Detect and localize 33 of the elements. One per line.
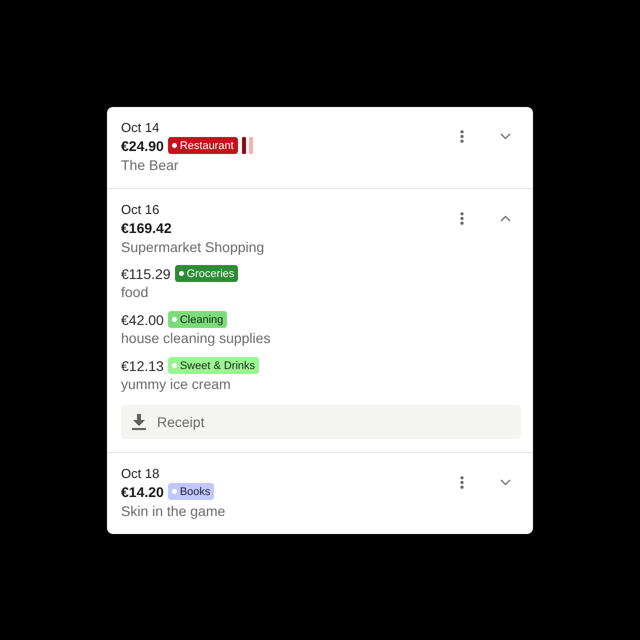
transaction-amount: €14.20 bbox=[121, 482, 164, 500]
transaction-amount: €24.90 bbox=[121, 136, 164, 154]
item-amount: €115.29 bbox=[121, 264, 171, 282]
category-tag: Groceries bbox=[174, 265, 238, 282]
transaction-description: Supermarket Shopping bbox=[121, 238, 264, 256]
transaction-date: Oct 16 bbox=[121, 200, 160, 218]
transaction-date: Oct 14 bbox=[121, 118, 160, 136]
item-note: food bbox=[121, 282, 148, 300]
category-tag: Sweet & Drinks bbox=[168, 357, 260, 374]
category-tag: Books bbox=[168, 483, 214, 500]
chevron-down-icon bbox=[500, 479, 510, 486]
dot-icon bbox=[172, 489, 177, 494]
item-note: yummy ice cream bbox=[121, 374, 231, 392]
transaction-description: The Bear bbox=[121, 156, 179, 174]
chevron-down-icon bbox=[500, 133, 510, 140]
dot-icon bbox=[172, 317, 177, 322]
receipt-button[interactable]: Receipt bbox=[121, 404, 521, 438]
more-icon bbox=[460, 130, 464, 143]
dot-icon bbox=[172, 143, 177, 148]
item-amount: €42.00 bbox=[121, 310, 164, 328]
dot-icon bbox=[172, 363, 177, 368]
item-amount: €12.13 bbox=[121, 356, 164, 374]
transaction-description: Skin in the game bbox=[121, 502, 226, 520]
category-tag: Restaurant bbox=[168, 137, 238, 154]
transaction-date: Oct 18 bbox=[121, 464, 160, 482]
more-icon bbox=[460, 476, 464, 489]
chevron-up-icon bbox=[500, 215, 510, 222]
category-tag: Cleaning bbox=[168, 311, 228, 328]
more-icon bbox=[460, 212, 464, 225]
item-note: house cleaning supplies bbox=[121, 328, 270, 346]
transaction-amount: €169.42 bbox=[121, 218, 172, 236]
download-icon bbox=[132, 414, 146, 430]
dot-icon bbox=[178, 271, 184, 276]
